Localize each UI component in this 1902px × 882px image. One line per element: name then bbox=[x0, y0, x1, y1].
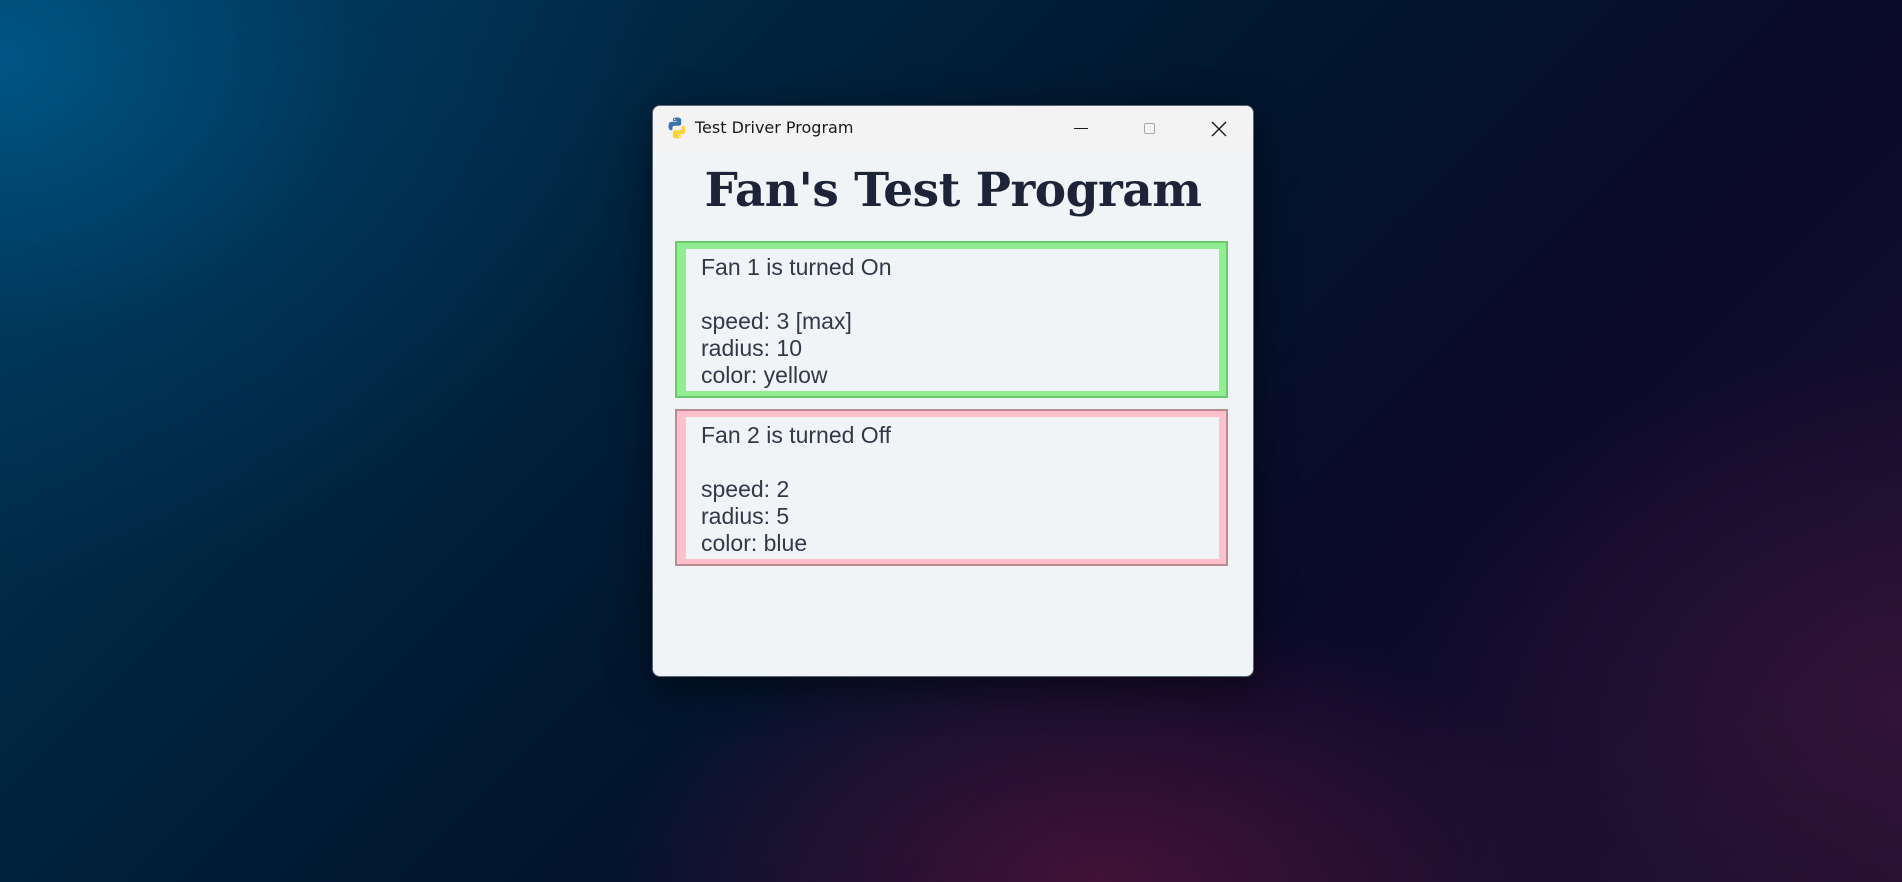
fan-2-radius: radius: 5 bbox=[701, 503, 790, 529]
window-title: Test Driver Program bbox=[695, 118, 854, 137]
minimize-button[interactable] bbox=[1046, 106, 1115, 151]
fan-2-panel: Fan 2 is turned Off speed: 2 radius: 5 c… bbox=[675, 409, 1228, 566]
page-title: Fan's Test Program bbox=[704, 163, 1202, 218]
fan-2-spacer bbox=[701, 449, 1219, 476]
minimize-icon bbox=[1073, 128, 1088, 129]
app-window: Test Driver Program Fan's Test Program F… bbox=[652, 105, 1254, 677]
python-icon bbox=[668, 117, 686, 139]
title-bar[interactable]: Test Driver Program bbox=[653, 106, 1253, 151]
fan-1-info: Fan 1 is turned On speed: 3 [max] radius… bbox=[686, 249, 1219, 391]
fan-1-status: Fan 1 is turned On bbox=[701, 254, 892, 280]
fan-1-radius: radius: 10 bbox=[701, 335, 803, 361]
close-icon bbox=[1211, 121, 1226, 136]
fan-2-speed: speed: 2 bbox=[701, 476, 790, 502]
fan-2-status: Fan 2 is turned Off bbox=[701, 422, 892, 448]
fan-1-color: color: yellow bbox=[701, 362, 828, 388]
maximize-button[interactable] bbox=[1115, 106, 1184, 151]
fan-2-info: Fan 2 is turned Off speed: 2 radius: 5 c… bbox=[686, 417, 1219, 559]
fan-2-color: color: blue bbox=[701, 530, 808, 556]
close-button[interactable] bbox=[1184, 106, 1253, 151]
fan-1-spacer bbox=[701, 281, 1219, 308]
fan-1-panel: Fan 1 is turned On speed: 3 [max] radius… bbox=[675, 241, 1228, 398]
maximize-icon bbox=[1144, 123, 1155, 134]
fan-1-speed: speed: 3 [max] bbox=[701, 308, 852, 334]
